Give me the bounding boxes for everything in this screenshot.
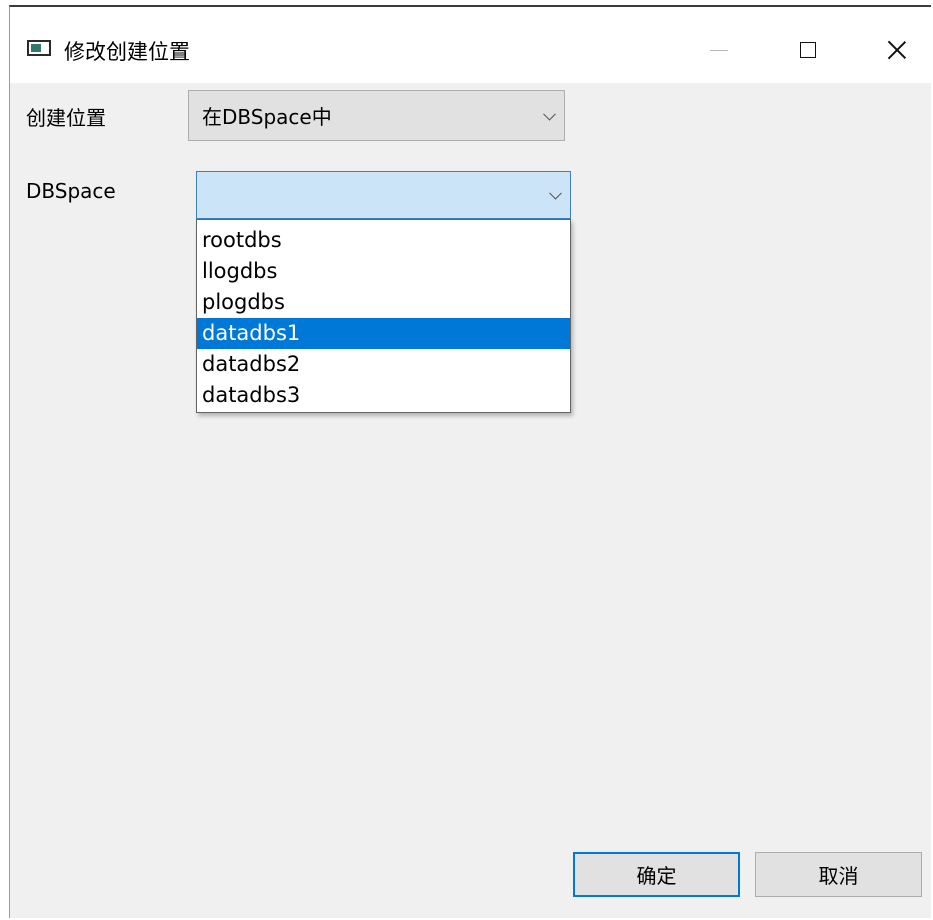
close-icon <box>887 40 907 60</box>
location-select-value: 在DBSpace中 <box>202 105 332 129</box>
close-button[interactable] <box>862 25 932 75</box>
dropdown-option-highlighted[interactable]: datadbs1 <box>197 318 570 349</box>
window-title: 修改创建位置 <box>64 40 190 64</box>
dbspace-dropdown-list: rootdbs llogdbs plogdbs datadbs1 datadbs… <box>196 219 571 413</box>
dbspace-select[interactable] <box>196 171 571 219</box>
maximize-icon <box>800 42 816 58</box>
ok-button[interactable]: 确定 <box>573 852 740 897</box>
chevron-down-icon <box>549 186 562 200</box>
chevron-down-icon <box>543 107 556 121</box>
minimize-icon <box>710 49 728 51</box>
window-icon <box>27 40 51 56</box>
dropdown-option[interactable]: llogdbs <box>197 256 570 287</box>
dropdown-option[interactable]: plogdbs <box>197 287 570 318</box>
dialog-window: 修改创建位置 创建位置 在DBSpace中 DBSpace rootdbs ll… <box>9 5 931 918</box>
title-bar[interactable]: 修改创建位置 <box>10 7 931 83</box>
dropdown-option[interactable]: datadbs2 <box>197 349 570 380</box>
minimize-button[interactable] <box>684 25 754 75</box>
dropdown-option[interactable]: rootdbs <box>197 225 570 256</box>
dbspace-label: DBSpace <box>26 179 116 203</box>
location-label: 创建位置 <box>26 106 106 130</box>
location-select[interactable]: 在DBSpace中 <box>188 90 565 141</box>
maximize-button[interactable] <box>773 25 843 75</box>
dropdown-option[interactable]: datadbs3 <box>197 380 570 411</box>
cancel-button[interactable]: 取消 <box>755 852 922 897</box>
